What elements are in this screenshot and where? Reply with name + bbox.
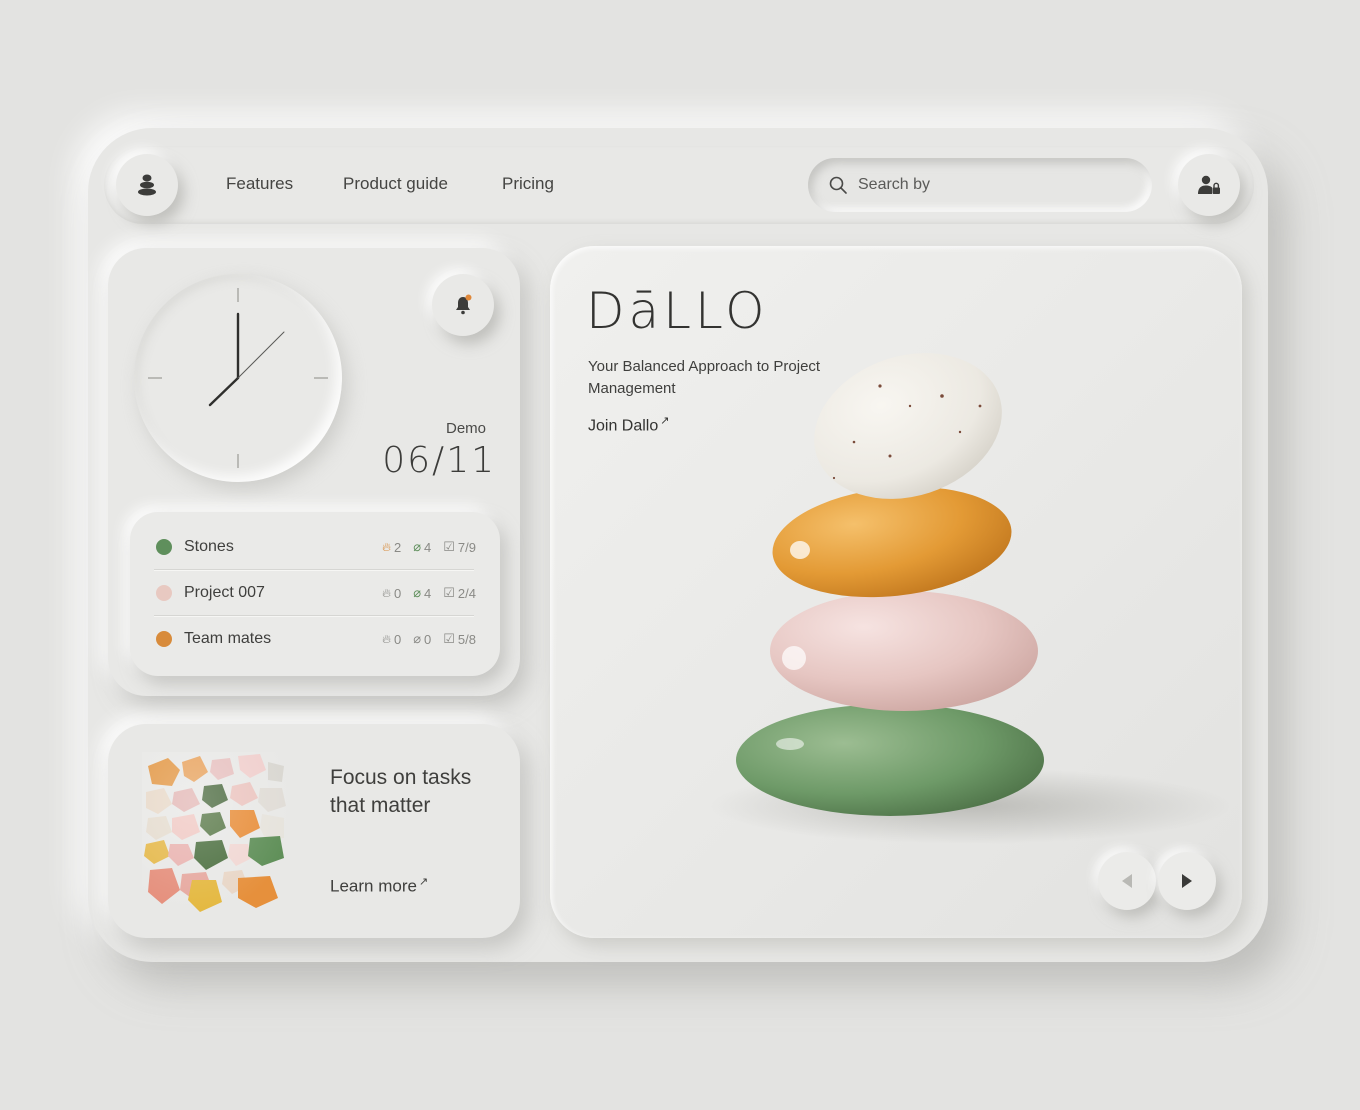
join-link-label: Join Dallo [588,417,659,435]
chevron-left-icon [1122,874,1132,888]
attachment-count: 0 [424,631,432,647]
project-stats: 🔥︎ 0 ⌀ 0 ☑ 5/8 [382,631,476,647]
chevron-right-icon [1182,874,1192,888]
user-lock-icon [1198,175,1220,194]
attachment-count: 4 [424,585,432,601]
learn-more-label: Learn more [330,876,417,896]
checkbox-icon: ☑ [443,539,455,554]
join-link[interactable]: Join Dallo ↗ [588,414,669,435]
search-input[interactable] [856,175,1120,195]
project-name: Team mates [184,630,272,647]
analog-clock [134,274,342,482]
project-color-dot [156,585,172,601]
clock-date: 06/11 [382,440,496,481]
checkbox-icon: ☑ [443,631,455,646]
projects-list: Stones 🔥︎ 2 ⌀ 4 ☑ 7/9 Project 007 🔥︎ 0 ⌀ 4 ☑ 2… [130,512,500,676]
hero-tagline: Your Balanced Approach to Project Manage… [588,358,821,397]
row-divider [154,615,474,616]
fire-icon: 🔥︎ [382,539,391,554]
fire-count: 0 [393,585,402,601]
nav-link-product-guide[interactable]: Product guide [343,174,448,194]
learn-more-link[interactable]: Learn more ↗ [330,875,428,897]
brand-logo-text: DāLLO [586,282,769,340]
task-count: 7/9 [457,539,476,555]
list-item[interactable]: Project 007 🔥︎ 0 ⌀ 4 ☑ 2/4 [156,570,476,616]
colorful-stones-image [142,752,290,916]
arrow-up-right-icon: ↗ [660,415,670,427]
project-color-dot [156,539,172,555]
task-count: 2/4 [457,585,476,601]
project-color-dot [156,631,172,647]
fire-icon: 🔥︎ [382,631,391,646]
nav-link-features[interactable]: Features [226,174,293,194]
focus-title: Focus on tasks that matter [330,766,472,817]
project-name: Stones [184,538,234,555]
search-bar [808,158,1152,212]
paperclip-icon: ⌀ [413,585,422,600]
project-name: Project 007 [184,584,265,601]
arrow-up-right-icon: ↗ [418,876,429,888]
checkbox-icon: ☑ [443,585,455,600]
user-account-button[interactable] [1178,154,1240,216]
list-item[interactable]: Stones 🔥︎ 2 ⌀ 4 ☑ 7/9 [156,524,476,570]
task-count: 5/8 [457,631,476,647]
row-divider [154,569,474,570]
carousel-controls [1098,852,1216,910]
paperclip-icon: ⌀ [413,631,422,646]
fire-icon: 🔥︎ [382,585,391,600]
fire-count: 2 [393,539,402,555]
hero-panel: DāLLO Your Balanced Approach to Project … [550,246,1242,938]
attachment-count: 4 [424,539,432,555]
balanced-stones-image [710,353,1230,844]
logo-button[interactable] [116,154,178,216]
clock-label: Demo [445,420,486,437]
fire-count: 0 [393,631,402,647]
project-stats: 🔥︎ 0 ⌀ 4 ☑ 2/4 [382,585,476,601]
nav-link-pricing[interactable]: Pricing [502,174,554,194]
list-item[interactable]: Team mates 🔥︎ 0 ⌀ 0 ☑ 5/8 [156,616,476,662]
clock-hands [148,288,328,468]
search-icon [829,176,847,194]
bell-icon [456,294,472,315]
project-stats: 🔥︎ 2 ⌀ 4 ☑ 7/9 [382,539,476,555]
previous-button[interactable] [1098,852,1156,910]
next-button[interactable] [1158,852,1216,910]
stacked-stones-icon [138,174,156,196]
notifications-button[interactable] [432,274,494,336]
paperclip-icon: ⌀ [413,539,422,554]
